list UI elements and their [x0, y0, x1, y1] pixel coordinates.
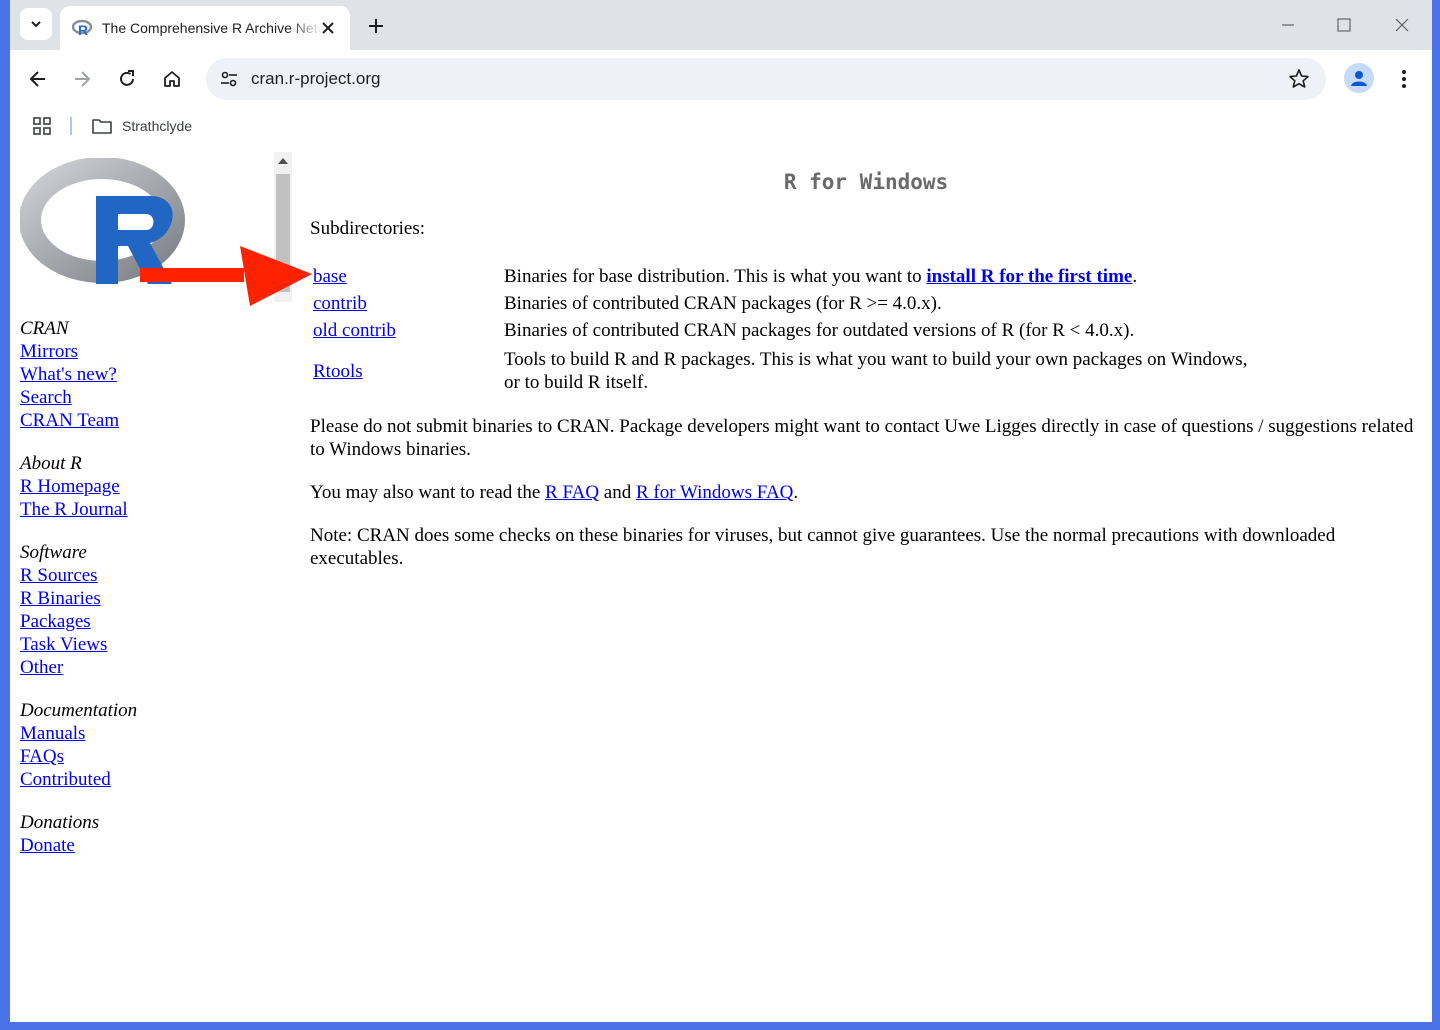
- apps-grid-icon[interactable]: [32, 116, 52, 136]
- link-old-contrib[interactable]: old contrib: [313, 320, 396, 341]
- tab-close-button[interactable]: [318, 18, 338, 38]
- new-tab-button[interactable]: [362, 12, 390, 40]
- sidebar-group-software: Software R Sources R Binaries Packages T…: [20, 541, 270, 679]
- subdirectories-label: Subdirectories:: [310, 218, 426, 239]
- tab-title: The Comprehensive R Archive Network: [102, 20, 322, 36]
- address-bar[interactable]: cran.r-project.org: [206, 58, 1326, 100]
- bookmark-folder-strathclyde[interactable]: Strathclyde: [92, 115, 192, 137]
- annotation-arrow-icon: [140, 246, 312, 306]
- table-row: base Binaries for base distribution. Thi…: [313, 262, 1304, 290]
- table-row: contrib Binaries of contributed CRAN pac…: [313, 290, 1304, 317]
- close-window-button[interactable]: [1382, 10, 1422, 40]
- page-content: CRAN Mirrors What's new? Search CRAN Tea…: [10, 144, 1432, 1022]
- sidebar-link-faqs[interactable]: FAQs: [20, 745, 270, 768]
- bookmarks-bar: Strathclyde: [10, 108, 1432, 144]
- reload-button[interactable]: [111, 63, 143, 95]
- sidebar-link-search[interactable]: Search: [20, 386, 270, 409]
- tab-strip: R The Comprehensive R Archive Network: [10, 0, 1432, 50]
- sidebar-link-packages[interactable]: Packages: [20, 610, 270, 633]
- sidebar-link-other[interactable]: Other: [20, 656, 270, 679]
- desc-text: .: [1132, 265, 1138, 287]
- row-description: Binaries for base distribution. This is …: [504, 262, 1304, 290]
- sidebar-group-documentation: Documentation Manuals FAQs Contributed: [20, 699, 270, 791]
- more-vertical-icon: [1402, 70, 1406, 88]
- sidebar-group-donations: Donations Donate: [20, 811, 270, 857]
- bookmark-folder-label: Strathclyde: [122, 118, 193, 134]
- subdirectories-table: base Binaries for base distribution. Thi…: [313, 262, 1304, 398]
- row-description: Tools to build R and R packages. This is…: [504, 344, 1304, 398]
- browser-window: R The Comprehensive R Archive Network: [10, 0, 1432, 1022]
- sidebar-link-r-sources[interactable]: R Sources: [20, 564, 270, 587]
- sidebar-link-contributed[interactable]: Contributed: [20, 768, 270, 791]
- link-contrib[interactable]: contrib: [313, 293, 367, 314]
- scroll-up-arrow-icon[interactable]: [278, 158, 288, 164]
- url-text[interactable]: cran.r-project.org: [251, 69, 380, 89]
- arrow-left-icon: [29, 71, 45, 87]
- minimize-button[interactable]: [1268, 10, 1308, 40]
- folder-icon: [92, 119, 112, 134]
- link-base[interactable]: base: [313, 266, 347, 287]
- page-title: R for Windows: [783, 170, 949, 194]
- tab-search-button[interactable]: [20, 8, 52, 40]
- tab-active[interactable]: R The Comprehensive R Archive Network: [60, 6, 350, 50]
- profile-avatar[interactable]: [1344, 63, 1374, 93]
- faq-paragraph: You may also want to read the R FAQ and …: [310, 481, 1420, 504]
- desc-text: Binaries for base distribution. This is …: [504, 265, 927, 287]
- chevron-down-icon: [31, 21, 41, 28]
- arrow-right-icon: [75, 71, 91, 87]
- link-install-r-first-time[interactable]: install R for the first time: [926, 266, 1132, 287]
- plus-icon: [369, 19, 383, 33]
- forward-button[interactable]: [66, 63, 98, 95]
- sidebar-link-task-views[interactable]: Task Views: [20, 633, 270, 656]
- sidebar-link-cran-team[interactable]: CRAN Team: [20, 409, 270, 432]
- svg-text:R: R: [78, 22, 88, 38]
- close-icon: [1395, 18, 1409, 32]
- link-r-faq[interactable]: R FAQ: [545, 482, 599, 503]
- browser-toolbar: cran.r-project.org: [10, 50, 1432, 108]
- sidebar-link-manuals[interactable]: Manuals: [20, 722, 270, 745]
- sidebar-link-r-journal[interactable]: The R Journal: [20, 498, 270, 521]
- sidebar-heading: About R: [20, 453, 82, 474]
- sidebar-heading: Software: [20, 542, 87, 563]
- row-description: Binaries of contributed CRAN packages fo…: [504, 320, 1135, 341]
- site-info-icon[interactable]: [218, 68, 240, 90]
- close-icon: [322, 22, 334, 34]
- sidebar-link-donate[interactable]: Donate: [20, 834, 270, 857]
- sidebar-link-r-binaries[interactable]: R Binaries: [20, 587, 270, 610]
- sidebar-link-whats-new[interactable]: What's new?: [20, 363, 270, 386]
- sidebar-heading: CRAN: [20, 318, 69, 339]
- home-icon: [164, 71, 180, 87]
- person-icon: [1351, 71, 1367, 86]
- bookmarks-separator: [70, 117, 72, 135]
- link-r-windows-faq[interactable]: R for Windows FAQ: [636, 482, 793, 503]
- minimize-icon: [1282, 24, 1294, 26]
- sidebar-group-about-r: About R R Homepage The R Journal: [20, 452, 270, 521]
- sidebar-heading: Documentation: [20, 700, 138, 721]
- para-text: .: [793, 482, 799, 503]
- sidebar-nav: CRAN Mirrors What's new? Search CRAN Tea…: [20, 317, 270, 877]
- sidebar-link-r-homepage[interactable]: R Homepage: [20, 475, 270, 498]
- sidebar-group-cran: CRAN Mirrors What's new? Search CRAN Tea…: [20, 317, 270, 432]
- maximize-icon: [1337, 18, 1351, 32]
- browser-menu-button[interactable]: [1390, 63, 1418, 95]
- para-text: You may also want to read the: [310, 482, 546, 503]
- desc-text: or to build R itself.: [504, 372, 649, 393]
- back-button[interactable]: [22, 63, 54, 95]
- virus-note: Note: CRAN does some checks on these bin…: [310, 525, 1336, 569]
- link-rtools[interactable]: Rtools: [313, 361, 363, 382]
- sidebar-heading: Donations: [20, 812, 100, 833]
- sidebar-link-mirrors[interactable]: Mirrors: [20, 340, 270, 363]
- row-description: Binaries of contributed CRAN packages (f…: [504, 293, 942, 314]
- table-row: old contrib Binaries of contributed CRAN…: [313, 317, 1304, 344]
- para-text: and: [599, 482, 636, 503]
- table-row: Rtools Tools to build R and R packages. …: [313, 344, 1304, 398]
- home-button[interactable]: [156, 63, 188, 95]
- binaries-notice: Please do not submit binaries to CRAN. P…: [310, 416, 1414, 460]
- r-logo-favicon-icon: R: [72, 19, 92, 38]
- bookmark-star-icon[interactable]: [1288, 68, 1310, 90]
- desc-text: Tools to build R and R packages. This is…: [504, 349, 1248, 370]
- reload-icon: [120, 70, 134, 86]
- maximize-button[interactable]: [1324, 10, 1364, 40]
